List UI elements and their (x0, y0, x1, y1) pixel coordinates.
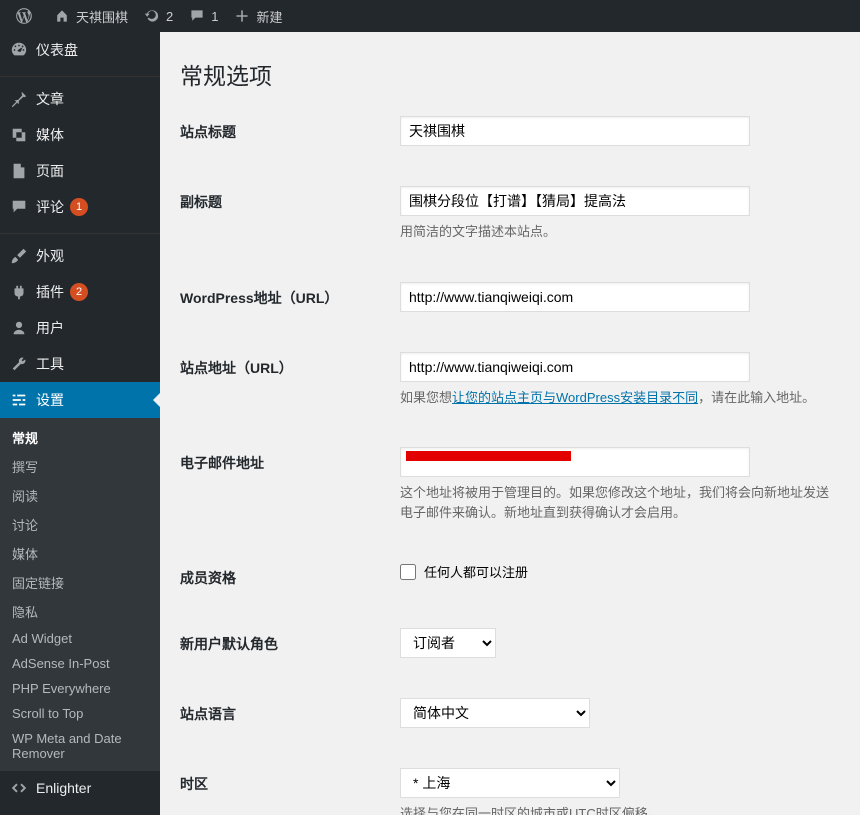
new-label: 新建 (256, 7, 282, 26)
select-site-language[interactable]: 简体中文 (400, 698, 590, 728)
menu-tools[interactable]: 工具 (0, 346, 160, 382)
menu-enlighter-label: Enlighter (36, 780, 91, 796)
dashboard-icon (10, 41, 28, 59)
menu-comments-label: 评论 (36, 197, 64, 217)
label-site-title: 站点标题 (180, 116, 400, 142)
select-default-role[interactable]: 订阅者 (400, 628, 496, 658)
input-site-url[interactable] (400, 352, 750, 382)
submenu-permalinks[interactable]: 固定链接 (0, 568, 160, 597)
wordpress-icon (16, 8, 32, 24)
checkbox-membership[interactable] (400, 564, 416, 580)
plus-icon (234, 8, 250, 24)
label-site-url: 站点地址（URL） (180, 352, 400, 378)
menu-users[interactable]: 用户 (0, 310, 160, 346)
wp-logo[interactable] (8, 0, 46, 32)
comments-count: 1 (211, 9, 218, 24)
code-icon (10, 779, 28, 797)
settings-submenu: 常规 撰写 阅读 讨论 媒体 固定链接 隐私 Ad Widget AdSense… (0, 418, 160, 771)
redacted-email (406, 451, 571, 461)
link-site-url-help[interactable]: 让您的站点主页与WordPress安装目录不同 (452, 390, 698, 405)
label-tagline: 副标题 (180, 186, 400, 212)
menu-appearance-label: 外观 (36, 246, 64, 266)
pin-icon (10, 90, 28, 108)
menu-plugins[interactable]: 插件 2 (0, 274, 160, 310)
submenu-general[interactable]: 常规 (0, 423, 160, 452)
select-timezone[interactable]: * 上海 (400, 768, 620, 798)
menu-posts[interactable]: 文章 (0, 81, 160, 117)
submenu-scroll-top[interactable]: Scroll to Top (0, 701, 160, 726)
menu-dashboard-label: 仪表盘 (36, 40, 78, 60)
desc-admin-email: 这个地址将被用于管理目的。如果您修改这个地址，我们将会向新地址发送电子邮件来确认… (400, 483, 840, 522)
desc-site-url: 如果您想让您的站点主页与WordPress安装目录不同，请在此输入地址。 (400, 388, 840, 408)
label-wp-url: WordPress地址（URL） (180, 282, 400, 308)
submenu-php-everywhere[interactable]: PHP Everywhere (0, 676, 160, 701)
menu-posts-label: 文章 (36, 89, 64, 109)
label-site-language: 站点语言 (180, 698, 400, 724)
admin-bar: 天祺围棋 2 1 新建 (0, 0, 860, 32)
checkbox-membership-row[interactable]: 任何人都可以注册 (400, 562, 528, 581)
submenu-reading[interactable]: 阅读 (0, 481, 160, 510)
menu-media[interactable]: 媒体 (0, 117, 160, 153)
comments-badge: 1 (70, 198, 88, 216)
plugin-icon (10, 283, 28, 301)
admin-sidebar: 仪表盘 文章 媒体 页面 评论 1 外观 插件 2 用户 工具 设置 常规 (0, 32, 160, 815)
input-tagline[interactable] (400, 186, 750, 216)
submenu-discussion[interactable]: 讨论 (0, 510, 160, 539)
submenu-ad-widget[interactable]: Ad Widget (0, 626, 160, 651)
update-icon (144, 8, 160, 24)
sliders-icon (10, 391, 28, 409)
label-admin-email: 电子邮件地址 (180, 447, 400, 473)
menu-enlighter[interactable]: Enlighter (0, 771, 160, 805)
media-icon (10, 126, 28, 144)
site-name-link[interactable]: 天祺围棋 (46, 0, 136, 32)
site-name-text: 天祺围棋 (76, 7, 128, 26)
updates-link[interactable]: 2 (136, 0, 181, 32)
plugins-badge: 2 (70, 283, 88, 301)
menu-media-label: 媒体 (36, 125, 64, 145)
wrench-icon (10, 355, 28, 373)
page-title: 常规选项 (180, 57, 840, 91)
label-default-role: 新用户默认角色 (180, 628, 400, 654)
checkbox-membership-label: 任何人都可以注册 (424, 562, 528, 581)
comments-link[interactable]: 1 (181, 0, 226, 32)
submenu-writing[interactable]: 撰写 (0, 452, 160, 481)
user-icon (10, 319, 28, 337)
menu-comments[interactable]: 评论 1 (0, 189, 160, 225)
new-content-link[interactable]: 新建 (226, 0, 290, 32)
home-icon (54, 8, 70, 24)
menu-settings[interactable]: 设置 (0, 382, 160, 418)
submenu-adsense[interactable]: AdSense In-Post (0, 651, 160, 676)
submenu-wp-meta-remover[interactable]: WP Meta and Date Remover (0, 726, 160, 766)
brush-icon (10, 247, 28, 265)
updates-count: 2 (166, 9, 173, 24)
desc-tagline: 用简洁的文字描述本站点。 (400, 222, 840, 242)
label-timezone: 时区 (180, 768, 400, 794)
settings-general-page: 常规选项 站点标题 副标题 用简洁的文字描述本站点。 WordPress地址（U… (160, 32, 860, 815)
input-site-title[interactable] (400, 116, 750, 146)
menu-tools-label: 工具 (36, 354, 64, 374)
menu-plugins-label: 插件 (36, 282, 64, 302)
comment-icon (189, 8, 205, 24)
submenu-media[interactable]: 媒体 (0, 539, 160, 568)
menu-settings-label: 设置 (36, 390, 64, 410)
desc-timezone-1: 选择与您在同一时区的城市或UTC时区偏移。 (400, 804, 840, 815)
submenu-privacy[interactable]: 隐私 (0, 597, 160, 626)
menu-pages-label: 页面 (36, 161, 64, 181)
menu-pages[interactable]: 页面 (0, 153, 160, 189)
menu-appearance[interactable]: 外观 (0, 238, 160, 274)
label-membership: 成员资格 (180, 562, 400, 588)
input-wp-url[interactable] (400, 282, 750, 312)
menu-dashboard[interactable]: 仪表盘 (0, 32, 160, 68)
comments-icon (10, 198, 28, 216)
menu-users-label: 用户 (36, 318, 64, 338)
page-icon (10, 162, 28, 180)
